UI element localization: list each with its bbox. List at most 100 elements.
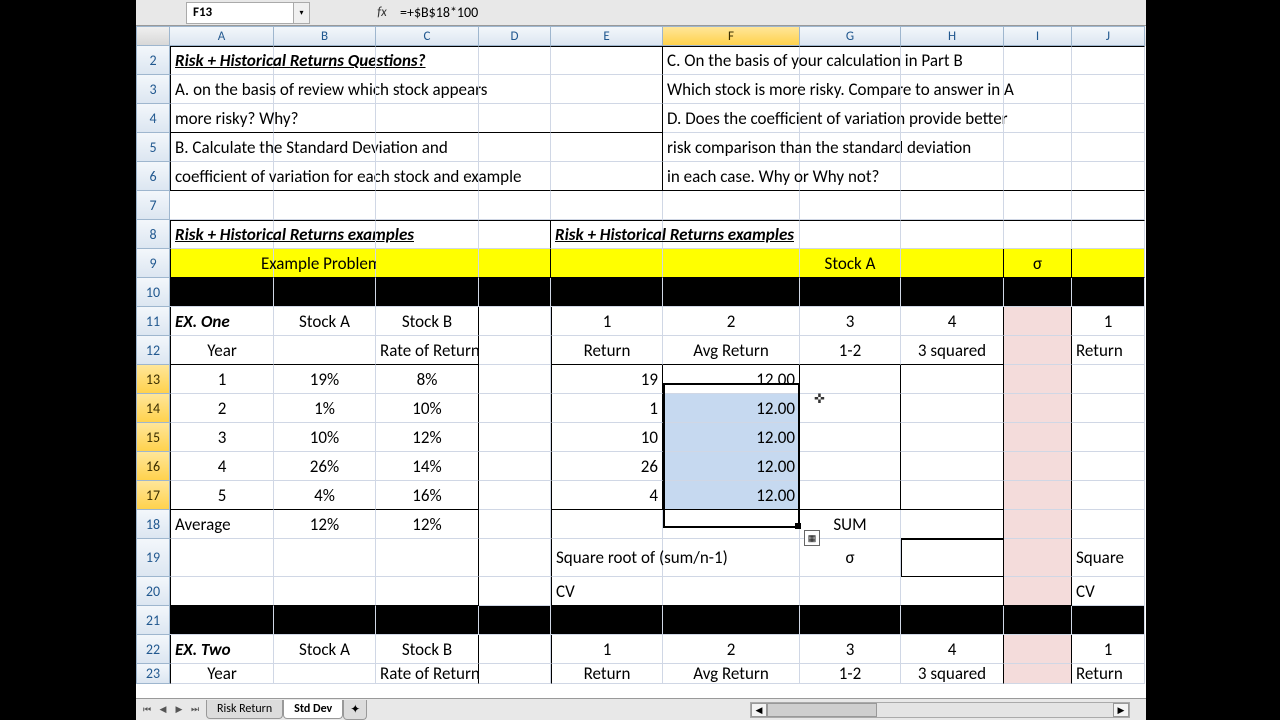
row-header[interactable]: 13 <box>136 365 170 394</box>
name-box[interactable]: F13 <box>186 2 294 24</box>
cell-B11[interactable]: Stock A <box>274 307 376 336</box>
row-23: 23 Year Rate of Return Return Avg Return… <box>136 664 1146 684</box>
cell-F2[interactable]: C. On the basis of your calculation in P… <box>663 46 800 75</box>
cell-A11[interactable]: EX. One <box>170 307 274 336</box>
formula-bar-area: fx =+$B$18*100 <box>320 3 1146 23</box>
row-header[interactable]: 12 <box>136 336 170 365</box>
cell-C11[interactable]: Stock B <box>376 307 479 336</box>
cell-A2[interactable]: Risk + Historical Returns Questions? <box>170 46 274 75</box>
cell-E20[interactable]: CV <box>551 577 663 606</box>
tab-nav-prev[interactable]: ◀ <box>156 702 170 718</box>
cell-A4[interactable]: more risky? Why? <box>170 104 274 133</box>
sheet-tabs-row: ⏮ ◀ ▶ ⏭ Risk Return Std Dev ✦ ◀ ▶ <box>136 698 1146 720</box>
row-header[interactable]: 8 <box>136 220 170 249</box>
cell-F13[interactable]: 12.00 <box>663 365 800 394</box>
cell-BC12[interactable]: Rate of Return <box>376 336 479 365</box>
row-2: 2 Risk + Historical Returns Questions? C… <box>136 46 1146 75</box>
row-7: 7 <box>136 191 1146 220</box>
scroll-track[interactable] <box>767 703 1113 717</box>
cell-F4[interactable]: D. Does the coefficient of variation pro… <box>663 104 800 133</box>
row-header[interactable]: 7 <box>136 191 170 220</box>
cell-J11[interactable]: 1 <box>1072 307 1145 336</box>
row-header[interactable]: 2 <box>136 46 170 75</box>
col-header-B[interactable]: B <box>274 26 376 46</box>
row-header[interactable]: 9 <box>136 249 170 278</box>
cell-I9[interactable]: σ <box>1004 249 1072 278</box>
col-header-E[interactable]: E <box>551 26 663 46</box>
formula-input[interactable]: =+$B$18*100 <box>394 4 1146 21</box>
horizontal-scrollbar[interactable]: ◀ ▶ <box>750 702 1130 718</box>
formula-bar-row: F13 ▾ fx =+$B$18*100 <box>136 0 1146 26</box>
row-18: 18 Average 12% 12% SUM <box>136 510 1146 539</box>
cell[interactable] <box>1004 46 1072 75</box>
cell-A12[interactable]: Year <box>170 336 274 365</box>
scroll-left-button[interactable]: ◀ <box>751 703 767 717</box>
cell-H12[interactable]: 3 squared <box>901 336 1004 365</box>
cell[interactable] <box>901 46 1004 75</box>
col-header-D[interactable]: D <box>479 26 551 46</box>
row-8: 8 Risk + Historical Returns examples Ris… <box>136 220 1146 249</box>
cell-A8[interactable]: Risk + Historical Returns examples <box>170 220 274 249</box>
cell-H11[interactable]: 4 <box>901 307 1004 336</box>
row-14: 14 2 1% 10% 1 12.00 <box>136 394 1146 423</box>
tab-nav-next[interactable]: ▶ <box>172 702 186 718</box>
row-header[interactable]: 11 <box>136 307 170 336</box>
cell-G12[interactable]: 1-2 <box>800 336 901 365</box>
col-header-J[interactable]: J <box>1072 26 1145 46</box>
row-3: 3 A. on the basis of review which stock … <box>136 75 1146 104</box>
fx-button[interactable]: fx <box>370 3 394 23</box>
row-22: 22 EX. Two Stock A Stock B 1 2 3 4 1 <box>136 635 1146 664</box>
cell[interactable] <box>479 46 551 75</box>
cell-F5[interactable]: risk comparison than the standard deviat… <box>663 133 800 162</box>
cell-G11[interactable]: 3 <box>800 307 901 336</box>
new-sheet-button[interactable]: ✦ <box>343 700 367 720</box>
cell-G9[interactable]: Stock A <box>800 249 901 278</box>
column-headers: A B C D E F G H I J <box>136 26 1146 46</box>
cell-E19[interactable]: Square root of (sum/n-1) <box>551 539 663 577</box>
cell[interactable] <box>376 46 479 75</box>
cell-E12[interactable]: Return <box>551 336 663 365</box>
col-header-A[interactable]: A <box>170 26 274 46</box>
tab-nav-last[interactable]: ⏭ <box>188 702 202 718</box>
sheet-tab-risk-return[interactable]: Risk Return <box>206 700 283 719</box>
name-box-dropdown[interactable]: ▾ <box>294 2 310 24</box>
select-all-corner[interactable] <box>136 26 170 46</box>
row-11: 11 EX. One Stock A Stock B 1 2 3 4 1 <box>136 307 1146 336</box>
autofill-options-button[interactable]: ▦ <box>804 530 820 546</box>
col-header-G[interactable]: G <box>800 26 901 46</box>
excel-window: F13 ▾ fx =+$B$18*100 A B C D E F G H I J… <box>136 0 1146 720</box>
row-header[interactable]: 10 <box>136 278 170 307</box>
cell-J12[interactable]: Return <box>1072 336 1145 365</box>
cell-F11[interactable]: 2 <box>663 307 800 336</box>
row-9: 9 Example Problems Stock A σ <box>136 249 1146 278</box>
cell-A6[interactable]: coefficient of variation for each stock … <box>170 162 274 191</box>
row-20: 20 CV CV <box>136 577 1146 606</box>
cell-E8[interactable]: Risk + Historical Returns examples <box>551 220 663 249</box>
sheet-tab-std-dev[interactable]: Std Dev <box>283 700 343 719</box>
col-header-F[interactable]: F <box>663 26 800 46</box>
cell-F6[interactable]: in each case. Why or Why not? <box>663 162 800 191</box>
cell-F12[interactable]: Avg Return <box>663 336 800 365</box>
row-header[interactable]: 5 <box>136 133 170 162</box>
cell-A3[interactable]: A. on the basis of review which stock ap… <box>170 75 274 104</box>
row-15: 15 3 10% 12% 10 12.00 <box>136 423 1146 452</box>
row-6: 6 coefficient of variation for each stoc… <box>136 162 1146 191</box>
col-header-I[interactable]: I <box>1004 26 1072 46</box>
cell-F3[interactable]: Which stock is more risky. Compare to an… <box>663 75 800 104</box>
tab-nav-first[interactable]: ⏮ <box>140 702 154 718</box>
spreadsheet-grid[interactable]: A B C D E F G H I J 2 Risk + Historical … <box>136 26 1146 698</box>
cell-B9[interactable]: Example Problems <box>274 249 376 278</box>
col-header-C[interactable]: C <box>376 26 479 46</box>
cell-E11[interactable]: 1 <box>551 307 663 336</box>
cell[interactable] <box>274 46 376 75</box>
row-header[interactable]: 4 <box>136 104 170 133</box>
scroll-right-button[interactable]: ▶ <box>1113 703 1129 717</box>
scroll-thumb[interactable] <box>767 703 877 717</box>
col-header-H[interactable]: H <box>901 26 1004 46</box>
row-header[interactable]: 6 <box>136 162 170 191</box>
cell[interactable] <box>1072 46 1145 75</box>
cell[interactable] <box>551 46 663 75</box>
cell[interactable] <box>800 46 901 75</box>
row-header[interactable]: 3 <box>136 75 170 104</box>
cell-A5[interactable]: B. Calculate the Standard Deviation and <box>170 133 274 162</box>
